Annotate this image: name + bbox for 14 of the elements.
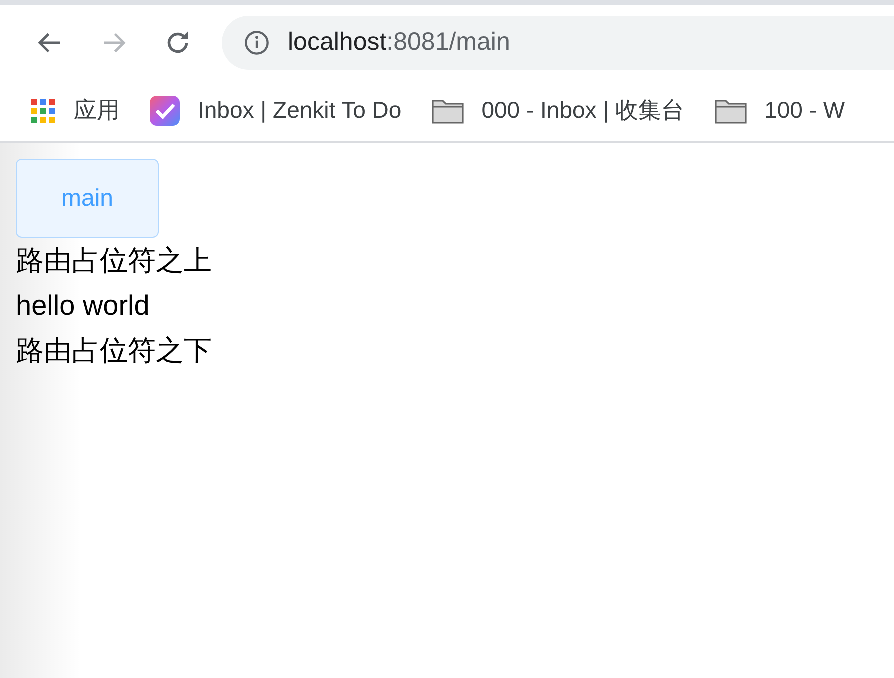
bookmark[interactable]: Inbox | Zenkit To Do bbox=[150, 96, 402, 126]
apps-grid-icon bbox=[30, 98, 56, 124]
bookmark[interactable]: 000 - Inbox | 收集台 bbox=[432, 95, 685, 126]
text-line: 路由占位符之上 bbox=[16, 244, 213, 278]
text-line: 路由占位符之下 bbox=[16, 334, 213, 368]
bookmark[interactable]: 100 - W bbox=[714, 97, 846, 124]
url-text: localhost:8081/main bbox=[288, 28, 510, 57]
folder-icon bbox=[432, 98, 464, 124]
folder-icon bbox=[714, 98, 747, 124]
info-icon bbox=[244, 30, 270, 56]
text-line: hello world bbox=[16, 289, 151, 323]
bookmark[interactable]: 应用 bbox=[30, 95, 120, 126]
address-bar[interactable]: localhost:8081/main bbox=[222, 16, 894, 70]
checkmark-icon bbox=[150, 96, 180, 126]
